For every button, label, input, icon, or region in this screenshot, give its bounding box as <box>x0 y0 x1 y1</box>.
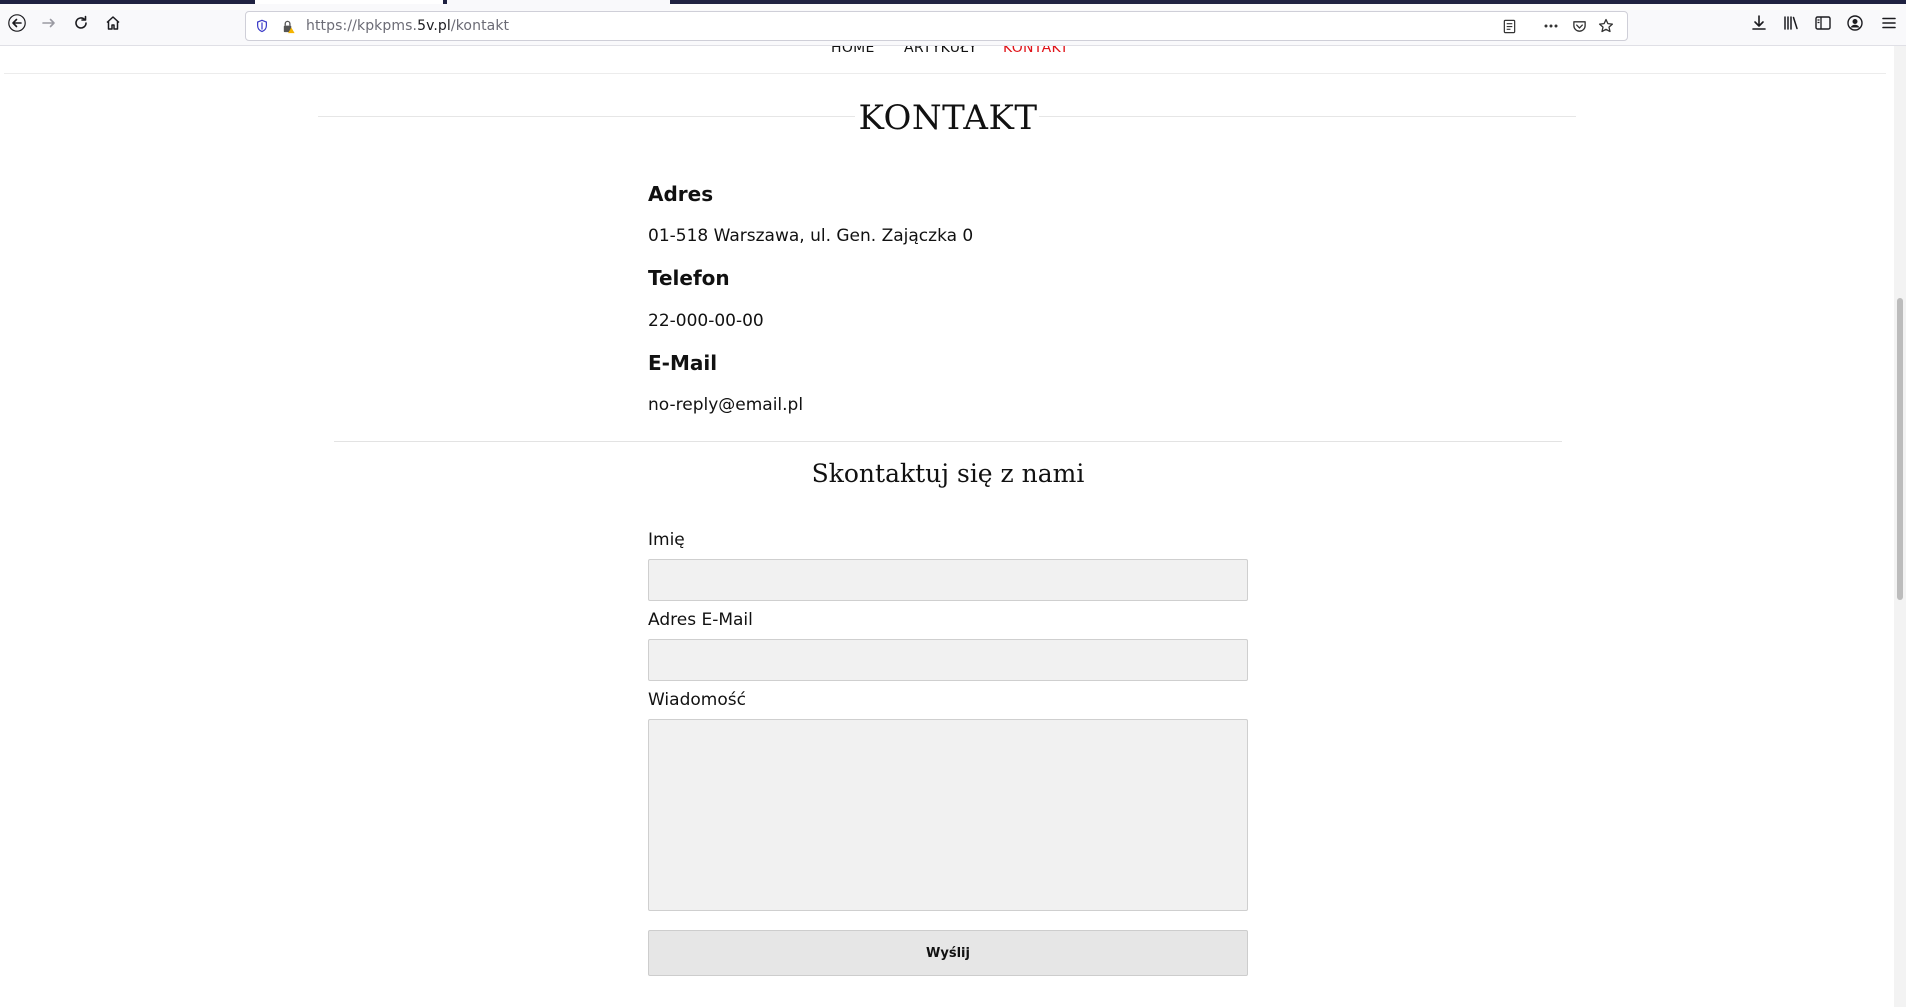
address-heading: Adres <box>648 182 714 206</box>
library-icon <box>1782 14 1800 37</box>
phone-value: 22-000-00-00 <box>648 311 764 331</box>
url-prefix: https://kpkpms. <box>306 18 418 34</box>
contact-form-title: Skontaktuj się z nami <box>811 459 1085 488</box>
reload-icon <box>72 14 90 37</box>
account-icon <box>1846 14 1864 37</box>
scrollbar-thumb[interactable] <box>1897 298 1903 600</box>
name-label: Imię <box>648 530 685 550</box>
phone-heading: Telefon <box>648 266 730 290</box>
page-scrollbar[interactable] <box>1894 46 1906 1007</box>
name-input[interactable] <box>648 559 1248 601</box>
reader-view-icon[interactable] <box>1501 18 1517 34</box>
url-path: /kontakt <box>450 18 510 34</box>
nav-item-artykuly[interactable]: ARTYKUŁY <box>904 46 977 56</box>
message-textarea[interactable] <box>648 719 1248 911</box>
url-bar[interactable]: https://kpkpms.5v.pl/kontakt <box>245 11 1628 41</box>
shield-icon[interactable] <box>254 18 270 34</box>
more-dots-icon[interactable] <box>1543 18 1559 34</box>
reload-button[interactable] <box>66 10 96 40</box>
download-icon <box>1750 14 1768 37</box>
nav-divider <box>4 73 1886 74</box>
home-icon <box>104 14 122 37</box>
downloads-button[interactable] <box>1744 10 1774 40</box>
section-divider <box>334 441 1562 442</box>
address-value: 01-518 Warszawa, ul. Gen. Zajączka 0 <box>648 226 974 246</box>
back-button[interactable] <box>2 10 32 40</box>
lock-warning-icon[interactable] <box>280 18 296 34</box>
star-icon[interactable] <box>1598 18 1614 34</box>
hamburger-menu-icon <box>1880 14 1898 37</box>
forward-arrow-icon <box>40 14 58 37</box>
browser-toolbar: https://kpkpms.5v.pl/kontakt <box>0 4 1906 46</box>
email-input[interactable] <box>648 639 1248 681</box>
nav-item-kontakt[interactable]: KONTAKT <box>1003 46 1069 56</box>
back-arrow-icon <box>8 13 26 37</box>
page-title: KONTAKT <box>858 98 1038 138</box>
url-text[interactable]: https://kpkpms.5v.pl/kontakt <box>306 18 509 34</box>
forward-button[interactable] <box>34 10 64 40</box>
library-button[interactable] <box>1776 10 1806 40</box>
home-button[interactable] <box>98 10 128 40</box>
submit-button[interactable]: Wyślij <box>648 930 1248 976</box>
sidebar-button[interactable] <box>1808 10 1838 40</box>
page-viewport: HOME ARTYKUŁY KONTAKT KONTAKT Adres 01-5… <box>0 46 1906 1007</box>
email-field-label: Adres E-Mail <box>648 610 753 630</box>
main-nav: HOME ARTYKUŁY KONTAKT <box>0 46 1890 64</box>
email-value: no-reply@email.pl <box>648 395 804 415</box>
pocket-icon[interactable] <box>1571 18 1587 34</box>
email-heading: E-Mail <box>648 351 718 375</box>
sidebar-icon <box>1814 14 1832 37</box>
message-label: Wiadomość <box>648 690 746 710</box>
menu-button[interactable] <box>1874 10 1904 40</box>
url-host: 5v.pl <box>417 18 451 34</box>
title-rule-right <box>1039 116 1576 117</box>
account-button[interactable] <box>1840 10 1870 40</box>
title-rule-left <box>318 116 855 117</box>
nav-item-home[interactable]: HOME <box>831 46 875 56</box>
